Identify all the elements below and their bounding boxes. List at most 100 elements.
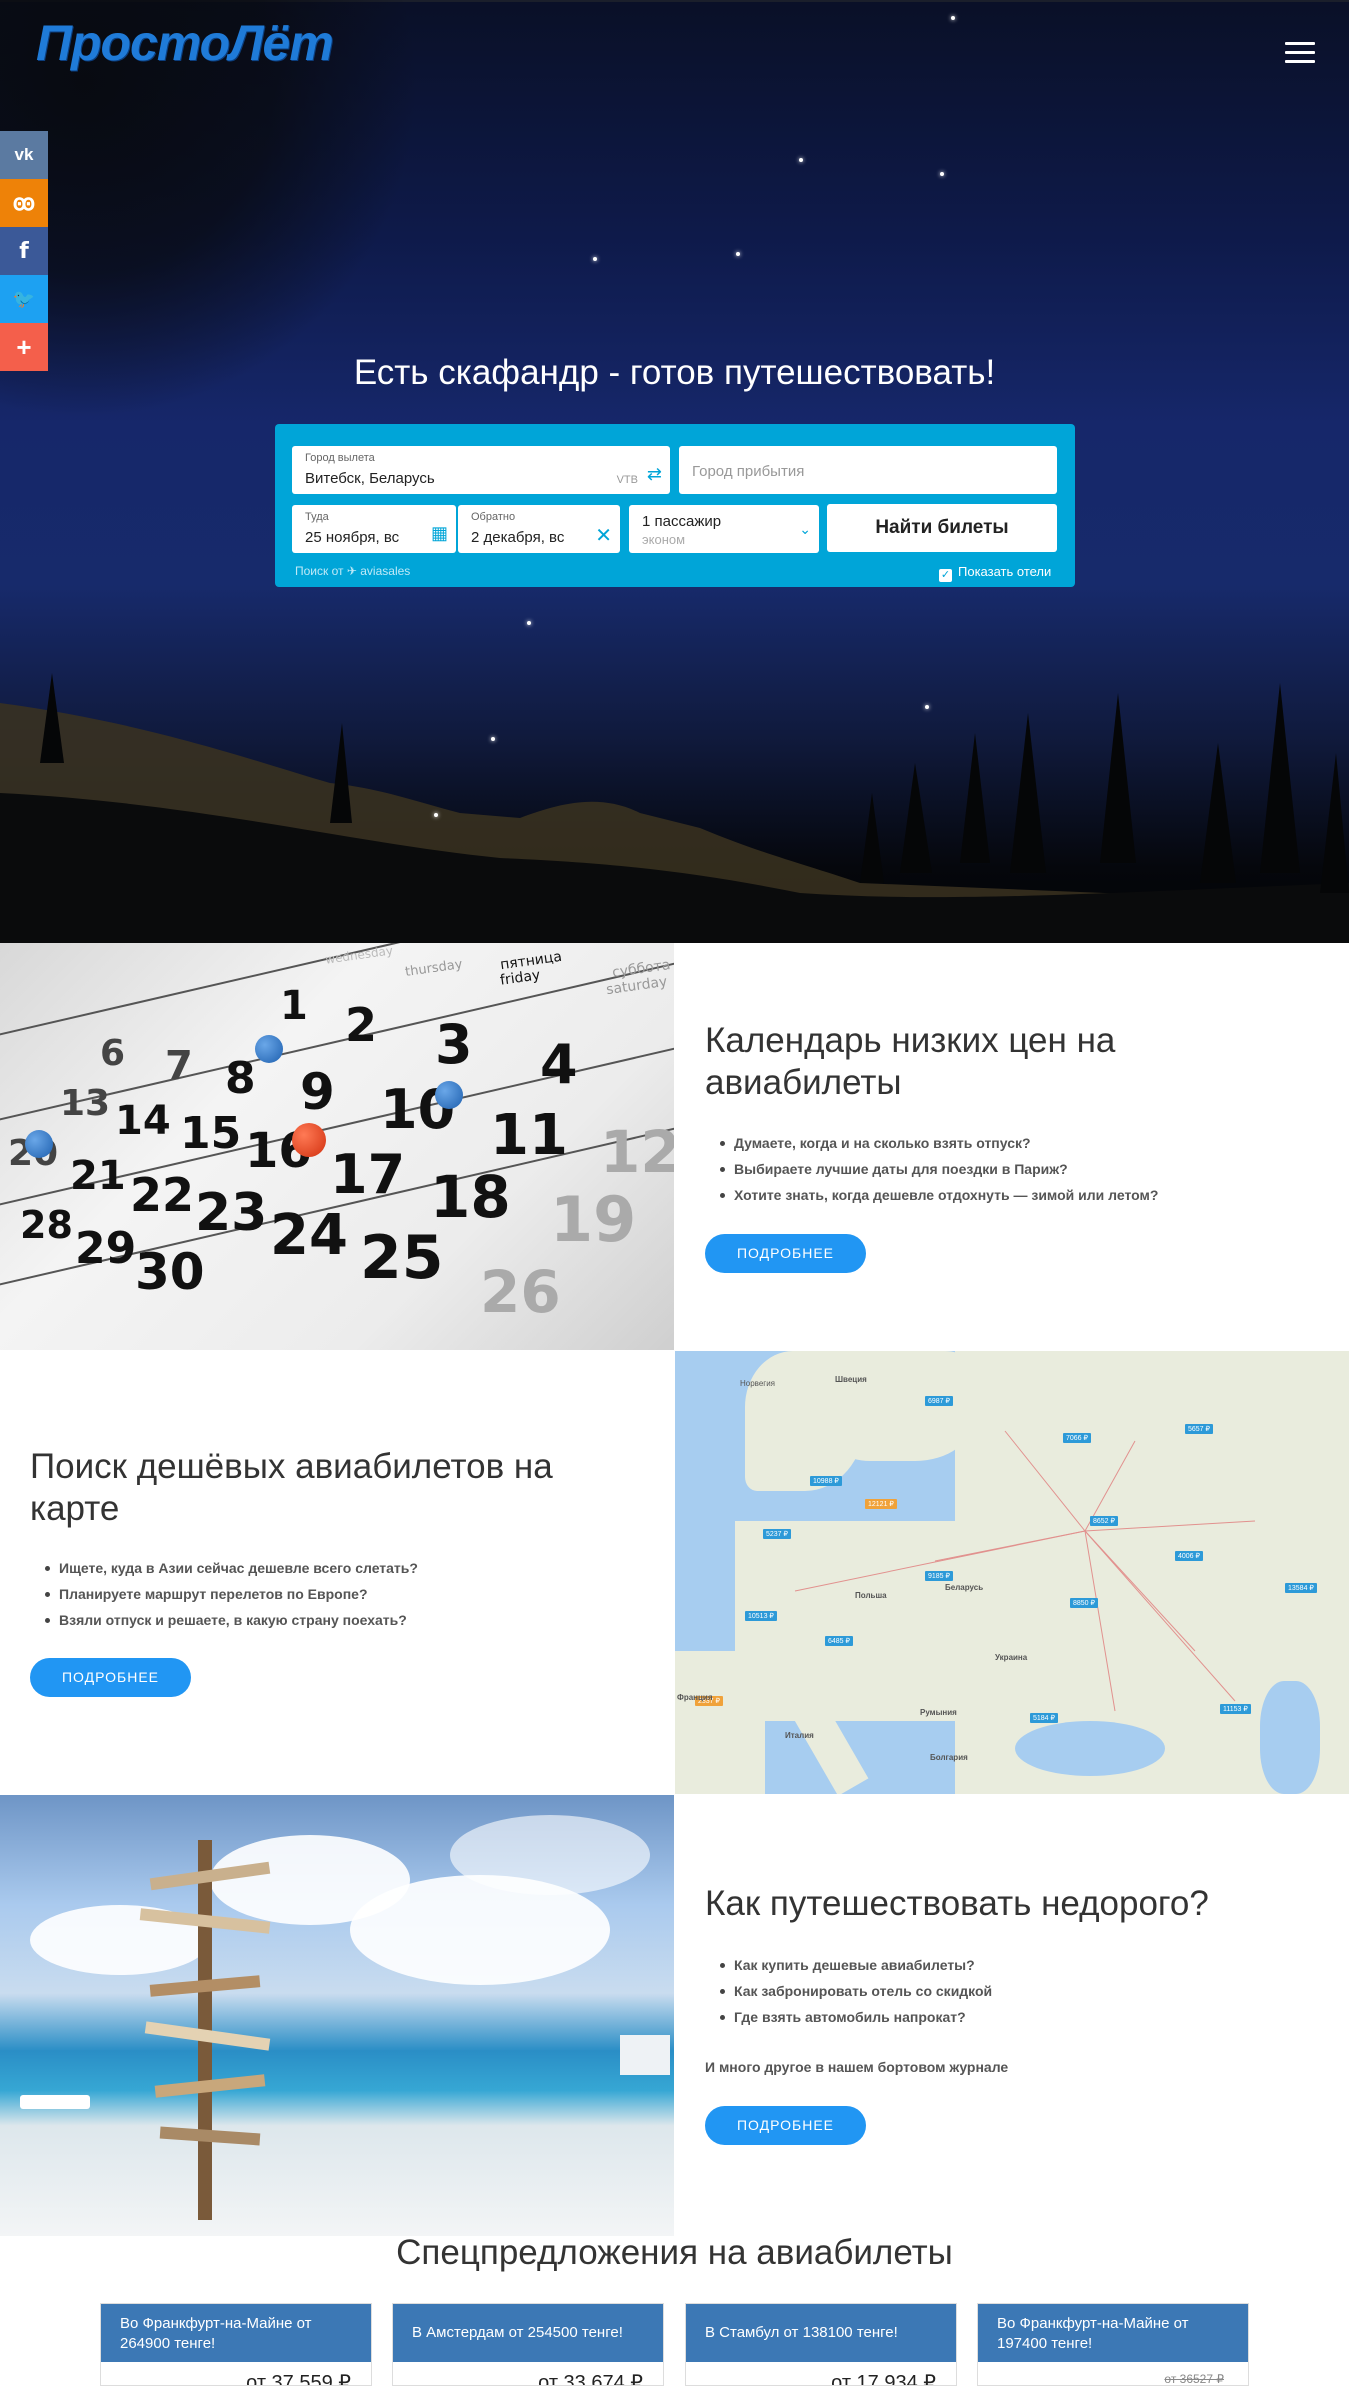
feature-item: Хотите знать, когда дешевле отдохнуть — … bbox=[718, 1182, 1158, 1208]
map-price-tag[interactable]: 5184 ₽ bbox=[1030, 1713, 1058, 1723]
offer-price: от 17 934 ₽ bbox=[831, 2372, 936, 2386]
return-date-field[interactable]: Обратно 2 декабря, вс ✕ bbox=[458, 505, 620, 553]
origin-iata: VTB bbox=[616, 474, 638, 486]
offer-card[interactable]: Во Франкфурт-на-Майне от 197400 тенге! о… bbox=[977, 2303, 1249, 2386]
travel-tips-more-button[interactable]: ПОДРОБНЕЕ bbox=[705, 2106, 866, 2145]
map-country-label: Беларусь bbox=[945, 1583, 984, 1592]
star bbox=[736, 252, 740, 256]
map-more-button[interactable]: ПОДРОБНЕЕ bbox=[30, 1658, 191, 1697]
calendar-day: 18 bbox=[430, 1163, 511, 1231]
feature-item: Выбираете лучшие даты для поездки в Пари… bbox=[718, 1156, 1158, 1182]
ok-share-button[interactable]: ꙭ bbox=[0, 179, 48, 227]
star bbox=[491, 737, 495, 741]
map-price-tag[interactable]: 10988 ₽ bbox=[810, 1476, 842, 1486]
offer-card[interactable]: В Амстердам от 254500 тенге! от 33 674 ₽ bbox=[392, 2303, 664, 2386]
map-price-tag[interactable]: 12121 ₽ bbox=[865, 1499, 897, 1509]
map-price-tag[interactable]: 9185 ₽ bbox=[925, 1571, 953, 1581]
calendar-more-button[interactable]: ПОДРОБНЕЕ bbox=[705, 1234, 866, 1273]
feature-item: Как забронировать отель со скидкой bbox=[718, 1978, 992, 2004]
map-country-label: Франция bbox=[677, 1693, 713, 1702]
map-price-tag[interactable]: 10513 ₽ bbox=[745, 1611, 777, 1621]
map-country-label: Польша bbox=[855, 1591, 887, 1600]
twitter-share-button[interactable]: 🐦 bbox=[0, 275, 48, 323]
offer-header: В Стамбул от 138100 тенге! bbox=[686, 2304, 956, 2362]
map-price-tag[interactable]: 7066 ₽ bbox=[1063, 1433, 1091, 1443]
map-price-tag[interactable]: 13584 ₽ bbox=[1285, 1583, 1317, 1593]
calendar-day: 14 bbox=[115, 1098, 171, 1144]
aviasales-icon: ✈ bbox=[346, 564, 357, 578]
map-price-tag[interactable]: 5657 ₽ bbox=[1185, 1424, 1213, 1434]
calendar-day: 26 bbox=[480, 1258, 561, 1326]
calendar-day: 22 bbox=[130, 1168, 195, 1222]
calendar-image: 1 2 3 4 6 7 8 9 10 11 12 13 14 15 16 17 … bbox=[0, 943, 674, 1350]
offer-header: Во Франкфурт-на-Майне от 197400 тенге! bbox=[978, 2304, 1248, 2362]
calendar-day: 29 bbox=[75, 1223, 137, 1274]
origin-field[interactable]: Город вылета Витебск, Беларусь VTB ⇄ bbox=[292, 446, 670, 494]
powered-by[interactable]: Поиск от ✈ aviasales bbox=[295, 564, 410, 578]
map-country-label: Норвегия bbox=[740, 1379, 776, 1388]
map-price-tag[interactable]: 4006 ₽ bbox=[1175, 1551, 1203, 1561]
calendar-day: 30 bbox=[135, 1243, 205, 1301]
show-hotels-checkbox[interactable]: ✓ Показать отели bbox=[939, 564, 1051, 582]
red-pin bbox=[292, 1123, 326, 1157]
feature-title: Календарь низких цен на авиабилеты bbox=[705, 1021, 1116, 1102]
calendar-weekday: thursday bbox=[404, 957, 464, 980]
calendar-day: 2 bbox=[345, 998, 378, 1052]
forest-silhouette bbox=[0, 673, 1349, 943]
depart-value: 25 ноября, вс bbox=[305, 529, 400, 546]
calendar-day: 7 bbox=[165, 1043, 193, 1089]
offer-card[interactable]: В Стамбул от 138100 тенге! от 17 934 ₽ bbox=[685, 2303, 957, 2386]
ship bbox=[620, 2035, 670, 2075]
depart-date-field[interactable]: Туда 25 ноября, вс ▦ bbox=[292, 505, 456, 553]
feature-list: Как купить дешевые авиабилеты? Как забро… bbox=[718, 1952, 992, 2030]
calendar-day: 24 bbox=[270, 1203, 348, 1268]
offer-price: от 37 559 ₽ bbox=[246, 2372, 351, 2386]
origin-value: Витебск, Беларусь bbox=[305, 470, 435, 487]
offer-price: от 33 674 ₽ bbox=[538, 2372, 643, 2386]
map-price-tag[interactable]: 6987 ₽ bbox=[925, 1396, 953, 1406]
offer-card[interactable]: Во Франкфурт-на-Майне от 264900 тенге! о… bbox=[100, 2303, 372, 2386]
star bbox=[593, 257, 597, 261]
map-price-tag[interactable]: 8850 ₽ bbox=[1070, 1598, 1098, 1608]
powered-by-label: Поиск от bbox=[295, 564, 344, 578]
hero-title: Есть скафандр - готов путешествовать! bbox=[353, 353, 996, 392]
passengers-value: 1 пассажир bbox=[642, 513, 722, 530]
passengers-field[interactable]: 1 пассажир эконом ⌄ bbox=[629, 505, 819, 553]
calendar-day: 11 bbox=[490, 1103, 568, 1168]
return-value: 2 декабря, вс bbox=[471, 529, 565, 546]
star bbox=[434, 813, 438, 817]
swap-icon[interactable]: ⇄ bbox=[647, 464, 662, 485]
calendar-day: 23 bbox=[195, 1183, 268, 1243]
calendar-day: 15 bbox=[180, 1108, 242, 1159]
chevron-down-icon: ⌄ bbox=[799, 521, 811, 537]
blue-pin bbox=[25, 1130, 53, 1158]
calendar-icon[interactable]: ▦ bbox=[431, 523, 448, 544]
hero-section: ПростоЛёт vk ꙭ f 🐦 + Есть скафандр - гот… bbox=[0, 0, 1349, 943]
price-map-image[interactable]: 6987 ₽ 7066 ₽ 5657 ₽ 10988 ₽ 8652 ₽ 4006… bbox=[675, 1351, 1349, 1794]
calendar-weekday: wednesday bbox=[324, 943, 394, 967]
calendar-day: 9 bbox=[300, 1063, 335, 1121]
star bbox=[925, 705, 929, 709]
boat bbox=[20, 2095, 90, 2109]
map-price-tag[interactable]: 11153 ₽ bbox=[1220, 1704, 1251, 1714]
map-price-tag[interactable]: 6485 ₽ bbox=[825, 1636, 853, 1646]
star bbox=[940, 172, 944, 176]
map-price-tag[interactable]: 8652 ₽ bbox=[1090, 1516, 1118, 1526]
map-price-tag[interactable]: 5237 ₽ bbox=[763, 1529, 791, 1539]
depart-label: Туда bbox=[305, 511, 329, 523]
site-logo[interactable]: ПростоЛёт bbox=[36, 14, 334, 72]
origin-label: Город вылета bbox=[305, 452, 375, 464]
find-tickets-button[interactable]: Найти билеты bbox=[827, 504, 1057, 552]
return-label: Обратно bbox=[471, 511, 516, 523]
offer-price: от 36527 ₽ bbox=[1164, 2366, 1228, 2385]
facebook-share-button[interactable]: f bbox=[0, 227, 48, 275]
destination-field[interactable]: Город прибытия bbox=[679, 446, 1057, 494]
calendar-day: 17 bbox=[330, 1143, 406, 1206]
clear-icon[interactable]: ✕ bbox=[595, 523, 612, 548]
calendar-day: 8 bbox=[225, 1053, 256, 1104]
star bbox=[527, 621, 531, 625]
vk-share-button[interactable]: vk bbox=[0, 131, 48, 179]
hamburger-icon[interactable] bbox=[1285, 42, 1315, 68]
class-value: эконом bbox=[642, 532, 686, 547]
map-country-label: Швеция bbox=[835, 1375, 867, 1384]
